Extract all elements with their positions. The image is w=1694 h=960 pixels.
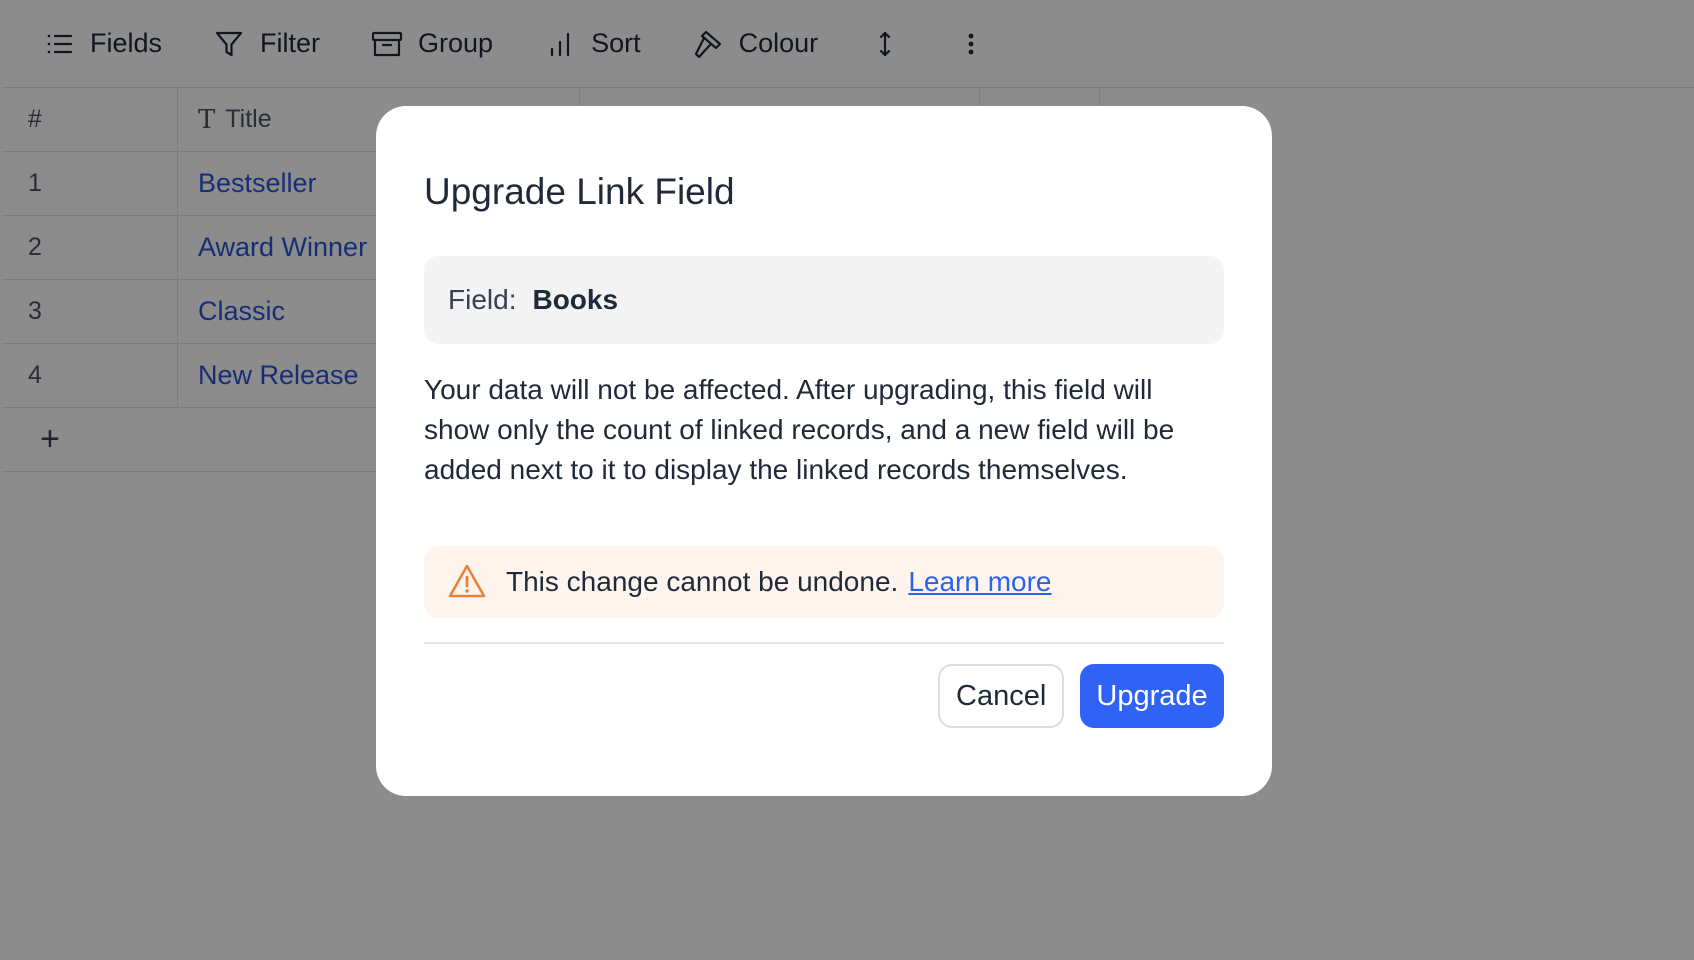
field-label: Field:: [448, 284, 517, 315]
warning-icon: [446, 561, 488, 603]
divider: [424, 642, 1224, 644]
field-info-box: Field: Books: [424, 256, 1224, 344]
dialog-footer: Cancel Upgrade: [424, 664, 1224, 728]
upgrade-button[interactable]: Upgrade: [1080, 664, 1224, 728]
warning-text: This change cannot be undone.: [506, 566, 899, 597]
dialog-description: Your data will not be affected. After up…: [424, 374, 1175, 485]
cancel-button[interactable]: Cancel: [938, 664, 1064, 728]
field-value: Books: [532, 284, 619, 315]
upgrade-link-field-dialog: Upgrade Link Field Field: Books Your dat…: [376, 106, 1272, 796]
dialog-title: Upgrade Link Field: [424, 171, 735, 212]
warning-banner: This change cannot be undone. Learn more: [424, 546, 1224, 618]
learn-more-link[interactable]: Learn more: [908, 566, 1051, 598]
